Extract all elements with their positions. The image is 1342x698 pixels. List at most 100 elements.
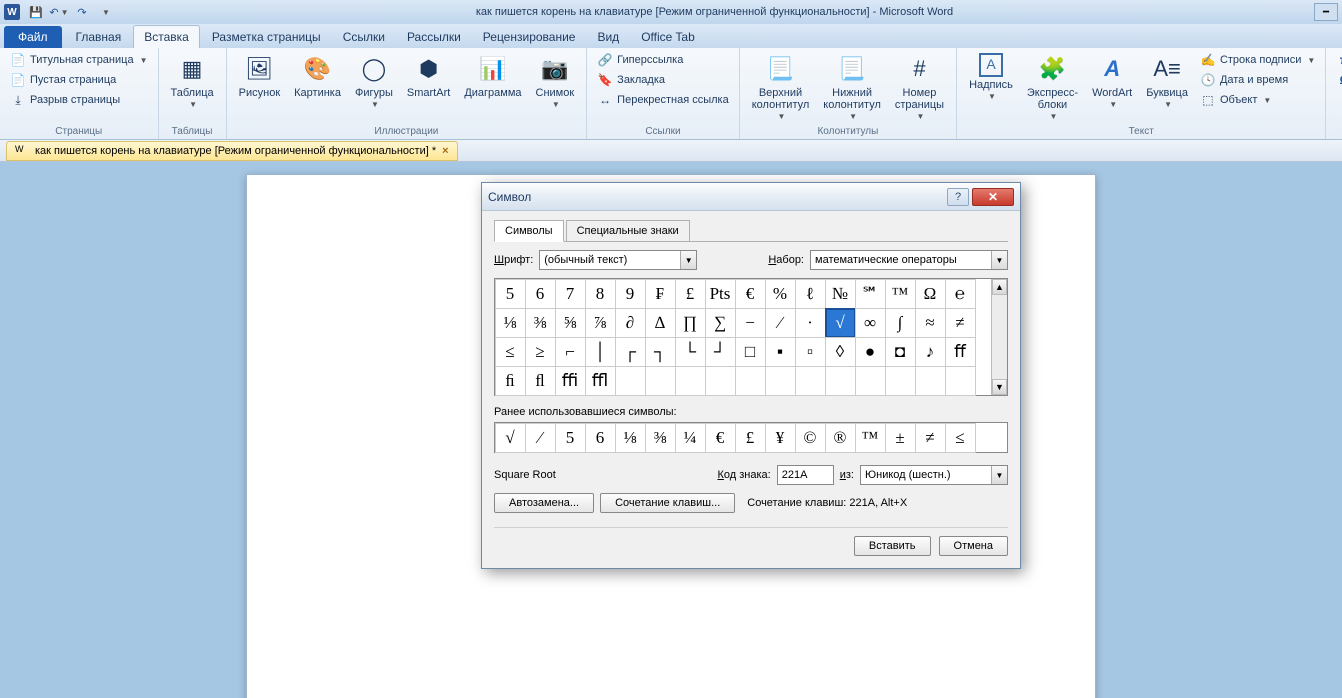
- insert-button[interactable]: Вставить: [854, 536, 931, 556]
- symbol-cell[interactable]: ﬁ: [495, 366, 526, 396]
- symbol-cell[interactable]: 5: [495, 279, 526, 309]
- symbol-cell[interactable]: ℓ: [795, 279, 826, 309]
- recent-symbol-cell[interactable]: 6: [585, 423, 616, 453]
- dialog-title-bar[interactable]: Символ ? ✕: [482, 183, 1020, 211]
- symbol-cell[interactable]: ▫: [795, 337, 826, 367]
- symbol-cell[interactable]: √: [825, 308, 856, 338]
- recent-symbol-cell[interactable]: 5: [555, 423, 586, 453]
- shortcut-key-button[interactable]: Сочетание клавиш...: [600, 493, 735, 513]
- symbol-cell[interactable]: ∙: [795, 308, 826, 338]
- symbol-cell[interactable]: 6: [525, 279, 556, 309]
- symbol-cell[interactable]: ∫: [885, 308, 916, 338]
- autocorrect-button[interactable]: Автозамена...: [494, 493, 594, 513]
- qat-customize[interactable]: ▼: [95, 2, 115, 22]
- symbol-cell[interactable]: │: [585, 337, 616, 367]
- recent-symbol-cell[interactable]: ∕: [525, 423, 556, 453]
- symbol-cell[interactable]: ◘: [885, 337, 916, 367]
- symbol-cell[interactable]: ┌: [615, 337, 646, 367]
- signature-line-button[interactable]: ✍Строка подписи▼: [1196, 50, 1319, 70]
- chevron-down-icon[interactable]: ▼: [991, 251, 1007, 269]
- symbol-cell[interactable]: [855, 366, 886, 396]
- recent-symbol-cell[interactable]: ™: [855, 423, 886, 453]
- symbol-cell[interactable]: [885, 366, 916, 396]
- symbol-cell[interactable]: −: [735, 308, 766, 338]
- cover-page-button[interactable]: 📄Титульная страница▼: [6, 50, 152, 70]
- close-tab-button[interactable]: ×: [442, 145, 448, 157]
- code-input[interactable]: [778, 466, 833, 484]
- symbol-cell[interactable]: Ω: [915, 279, 946, 309]
- help-button[interactable]: ?: [947, 188, 969, 206]
- symbol-cell[interactable]: [795, 366, 826, 396]
- symbol-cell[interactable]: Pts: [705, 279, 736, 309]
- tab-symbols[interactable]: Символы: [494, 220, 564, 242]
- symbol-cell[interactable]: 8: [585, 279, 616, 309]
- symbol-cell[interactable]: £: [675, 279, 706, 309]
- symbol-cell[interactable]: ≥: [525, 337, 556, 367]
- symbol-cell[interactable]: ⅞: [585, 308, 616, 338]
- symbol-cell[interactable]: ℮: [945, 279, 976, 309]
- symbol-cell[interactable]: □: [735, 337, 766, 367]
- symbol-cell[interactable]: [645, 366, 676, 396]
- symbol-cell[interactable]: ▪: [765, 337, 796, 367]
- redo-button[interactable]: ↷: [72, 2, 92, 22]
- symbol-cell[interactable]: [915, 366, 946, 396]
- scroll-track[interactable]: [992, 295, 1007, 379]
- recent-symbol-cell[interactable]: ¼: [675, 423, 706, 453]
- save-button[interactable]: 💾: [26, 2, 46, 22]
- symbol-cell[interactable]: ∕: [765, 308, 796, 338]
- recent-symbol-cell[interactable]: £: [735, 423, 766, 453]
- recent-symbol-cell[interactable]: ≤: [945, 423, 976, 453]
- symbol-cell[interactable]: ┘: [705, 337, 736, 367]
- document-tab[interactable]: W как пишется корень на клавиатуре [Режи…: [6, 141, 458, 161]
- symbol-button[interactable]: ΩСимвол▼: [1332, 70, 1342, 90]
- symbol-cell[interactable]: ﬃ: [555, 366, 586, 396]
- tab-officetab[interactable]: Office Tab: [631, 26, 705, 48]
- cancel-button[interactable]: Отмена: [939, 536, 1008, 556]
- tab-layout[interactable]: Разметка страницы: [202, 26, 331, 48]
- symbol-cell[interactable]: ┐: [645, 337, 676, 367]
- scroll-down-button[interactable]: ▼: [992, 379, 1007, 395]
- recent-symbol-cell[interactable]: ⅜: [645, 423, 676, 453]
- symbol-cell[interactable]: ™: [885, 279, 916, 309]
- tab-special-chars[interactable]: Специальные знаки: [566, 220, 690, 242]
- symbol-cell[interactable]: ﬂ: [525, 366, 556, 396]
- page-break-button[interactable]: ⤓Разрыв страницы: [6, 90, 152, 110]
- recent-symbol-cell[interactable]: ®: [825, 423, 856, 453]
- symbol-cell[interactable]: ⅛: [495, 308, 526, 338]
- subset-input[interactable]: [811, 251, 991, 269]
- symbol-cell[interactable]: ≈: [915, 308, 946, 338]
- symbol-cell[interactable]: ﬄ: [585, 366, 616, 396]
- crossref-button[interactable]: ↔Перекрестная ссылка: [593, 90, 733, 110]
- symbol-cell[interactable]: ⌐: [555, 337, 586, 367]
- subset-combo[interactable]: ▼: [810, 250, 1008, 270]
- symbol-cell[interactable]: 7: [555, 279, 586, 309]
- symbol-cell[interactable]: ⅝: [555, 308, 586, 338]
- tab-references[interactable]: Ссылки: [333, 26, 395, 48]
- object-button[interactable]: ⬚Объект▼: [1196, 90, 1319, 110]
- scroll-up-button[interactable]: ▲: [992, 279, 1007, 295]
- symbol-cell[interactable]: ∆: [645, 308, 676, 338]
- symbol-cell[interactable]: [705, 366, 736, 396]
- symbol-cell[interactable]: ⅜: [525, 308, 556, 338]
- symbol-cell[interactable]: №: [825, 279, 856, 309]
- symbol-cell[interactable]: ₣: [645, 279, 676, 309]
- grid-scrollbar[interactable]: ▲ ▼: [991, 279, 1007, 395]
- symbol-cell[interactable]: ﬀ: [945, 337, 976, 367]
- recent-symbol-cell[interactable]: ±: [885, 423, 916, 453]
- close-button[interactable]: ✕: [972, 188, 1014, 206]
- symbol-cell[interactable]: [675, 366, 706, 396]
- tab-home[interactable]: Главная: [66, 26, 132, 48]
- tab-mailings[interactable]: Рассылки: [397, 26, 471, 48]
- symbol-cell[interactable]: %: [765, 279, 796, 309]
- symbol-cell[interactable]: ♪: [915, 337, 946, 367]
- tab-review[interactable]: Рецензирование: [473, 26, 586, 48]
- chevron-down-icon[interactable]: ▼: [991, 466, 1007, 484]
- recent-symbol-cell[interactable]: √: [495, 423, 526, 453]
- symbol-cell[interactable]: ∏: [675, 308, 706, 338]
- symbol-cell[interactable]: [735, 366, 766, 396]
- chevron-down-icon[interactable]: ▼: [680, 251, 696, 269]
- equation-button[interactable]: πФормула▼: [1332, 50, 1342, 70]
- symbol-cell[interactable]: [945, 366, 976, 396]
- symbol-cell[interactable]: ∂: [615, 308, 646, 338]
- font-combo[interactable]: ▼: [539, 250, 697, 270]
